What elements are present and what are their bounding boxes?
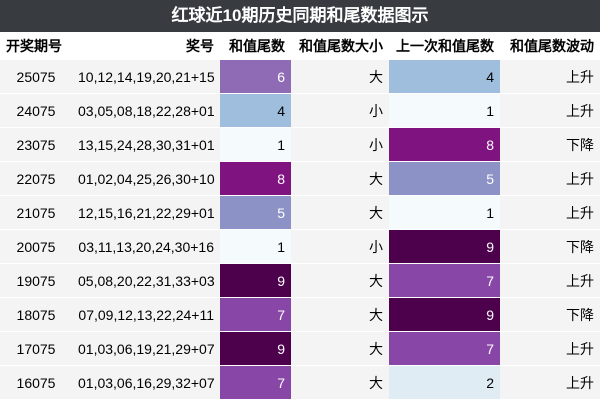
cell-numbers: 05,08,20,22,31,33+03	[72, 263, 220, 298]
cell-prev-sum-tail: 9	[389, 297, 500, 332]
table-row: 23075 13,15,24,28,30,31+01 1 小 8 下降	[0, 127, 600, 162]
cell-size: 小	[291, 93, 389, 128]
table-row: 17075 01,03,06,19,21,29+07 9 大 7 上升	[0, 331, 600, 366]
cell-numbers: 01,03,06,19,21,29+07	[72, 331, 220, 366]
cell-sum-tail: 7	[220, 365, 291, 400]
cell-sum-tail: 8	[220, 161, 291, 196]
table-row: 22075 01,02,04,25,26,30+10 8 大 5 上升	[0, 161, 600, 196]
cell-size: 大	[291, 331, 389, 366]
cell-period: 18075	[0, 297, 72, 332]
cell-period: 17075	[0, 331, 72, 366]
cell-size: 大	[291, 297, 389, 332]
table-row: 18075 07,09,12,13,22,24+11 7 大 9 下降	[0, 297, 600, 332]
table-title: 红球近10期历史同期和尾数据图示	[0, 0, 600, 32]
cell-size: 大	[291, 60, 389, 94]
cell-prev-sum-tail: 7	[389, 263, 500, 298]
cell-size: 小	[291, 229, 389, 264]
cell-prev-sum-tail: 8	[389, 127, 500, 162]
cell-period: 20075	[0, 229, 72, 264]
cell-prev-sum-tail: 2	[389, 365, 500, 400]
header-prev-sum-tail: 上一次和值尾数	[389, 32, 500, 60]
cell-size: 大	[291, 161, 389, 196]
cell-size: 大	[291, 195, 389, 230]
cell-trend: 上升	[500, 93, 600, 128]
cell-size: 大	[291, 365, 389, 400]
cell-period: 22075	[0, 161, 72, 196]
cell-trend: 下降	[500, 229, 600, 264]
cell-period: 23075	[0, 127, 72, 162]
header-period: 开奖期号	[0, 32, 72, 60]
cell-sum-tail: 1	[220, 127, 291, 162]
cell-numbers: 07,09,12,13,22,24+11	[72, 297, 220, 332]
history-table: 开奖期号 奖号 和值尾数 和值尾数大小 上一次和值尾数 和值尾数波动 25075…	[0, 32, 600, 400]
cell-period: 21075	[0, 195, 72, 230]
cell-numbers: 01,03,06,16,29,32+07	[72, 365, 220, 400]
header-sum-tail: 和值尾数	[220, 32, 291, 60]
cell-period: 24075	[0, 93, 72, 128]
header-size: 和值尾数大小	[291, 32, 389, 60]
cell-prev-sum-tail: 1	[389, 93, 500, 128]
cell-trend: 上升	[500, 263, 600, 298]
cell-sum-tail: 4	[220, 93, 291, 128]
cell-period: 19075	[0, 263, 72, 298]
cell-prev-sum-tail: 9	[389, 229, 500, 264]
cell-numbers: 10,12,14,19,20,21+15	[72, 60, 220, 94]
table-row: 16075 01,03,06,16,29,32+07 7 大 2 上升	[0, 365, 600, 400]
cell-numbers: 12,15,16,21,22,29+01	[72, 195, 220, 230]
table-row: 21075 12,15,16,21,22,29+01 5 大 1 上升	[0, 195, 600, 230]
cell-trend: 下降	[500, 127, 600, 162]
table-row: 19075 05,08,20,22,31,33+03 9 大 7 上升	[0, 263, 600, 298]
cell-trend: 上升	[500, 161, 600, 196]
cell-numbers: 03,05,08,18,22,28+01	[72, 93, 220, 128]
cell-prev-sum-tail: 1	[389, 195, 500, 230]
header-trend: 和值尾数波动	[500, 32, 600, 60]
cell-sum-tail: 1	[220, 229, 291, 264]
cell-sum-tail: 9	[220, 263, 291, 298]
cell-prev-sum-tail: 5	[389, 161, 500, 196]
cell-size: 大	[291, 263, 389, 298]
cell-trend: 上升	[500, 331, 600, 366]
table-body: 25075 10,12,14,19,20,21+15 6 大 4 上升 24075 03,05…	[0, 60, 600, 400]
table-row: 25075 10,12,14,19,20,21+15 6 大 4 上升	[0, 60, 600, 94]
cell-size: 小	[291, 127, 389, 162]
cell-trend: 上升	[500, 195, 600, 230]
cell-prev-sum-tail: 7	[389, 331, 500, 366]
cell-period: 16075	[0, 365, 72, 400]
cell-sum-tail: 5	[220, 195, 291, 230]
cell-sum-tail: 6	[220, 60, 291, 94]
cell-numbers: 01,02,04,25,26,30+10	[72, 161, 220, 196]
cell-trend: 上升	[500, 60, 600, 94]
cell-sum-tail: 9	[220, 331, 291, 366]
cell-numbers: 13,15,24,28,30,31+01	[72, 127, 220, 162]
table-row: 24075 03,05,08,18,22,28+01 4 小 1 上升	[0, 93, 600, 128]
cell-prev-sum-tail: 4	[389, 60, 500, 94]
header-numbers: 奖号	[72, 32, 220, 60]
cell-trend: 下降	[500, 297, 600, 332]
cell-trend: 上升	[500, 365, 600, 400]
cell-numbers: 03,11,13,20,24,30+16	[72, 229, 220, 264]
cell-period: 25075	[0, 60, 72, 94]
table-row: 20075 03,11,13,20,24,30+16 1 小 9 下降	[0, 229, 600, 264]
header-row: 开奖期号 奖号 和值尾数 和值尾数大小 上一次和值尾数 和值尾数波动	[0, 32, 600, 60]
cell-sum-tail: 7	[220, 297, 291, 332]
